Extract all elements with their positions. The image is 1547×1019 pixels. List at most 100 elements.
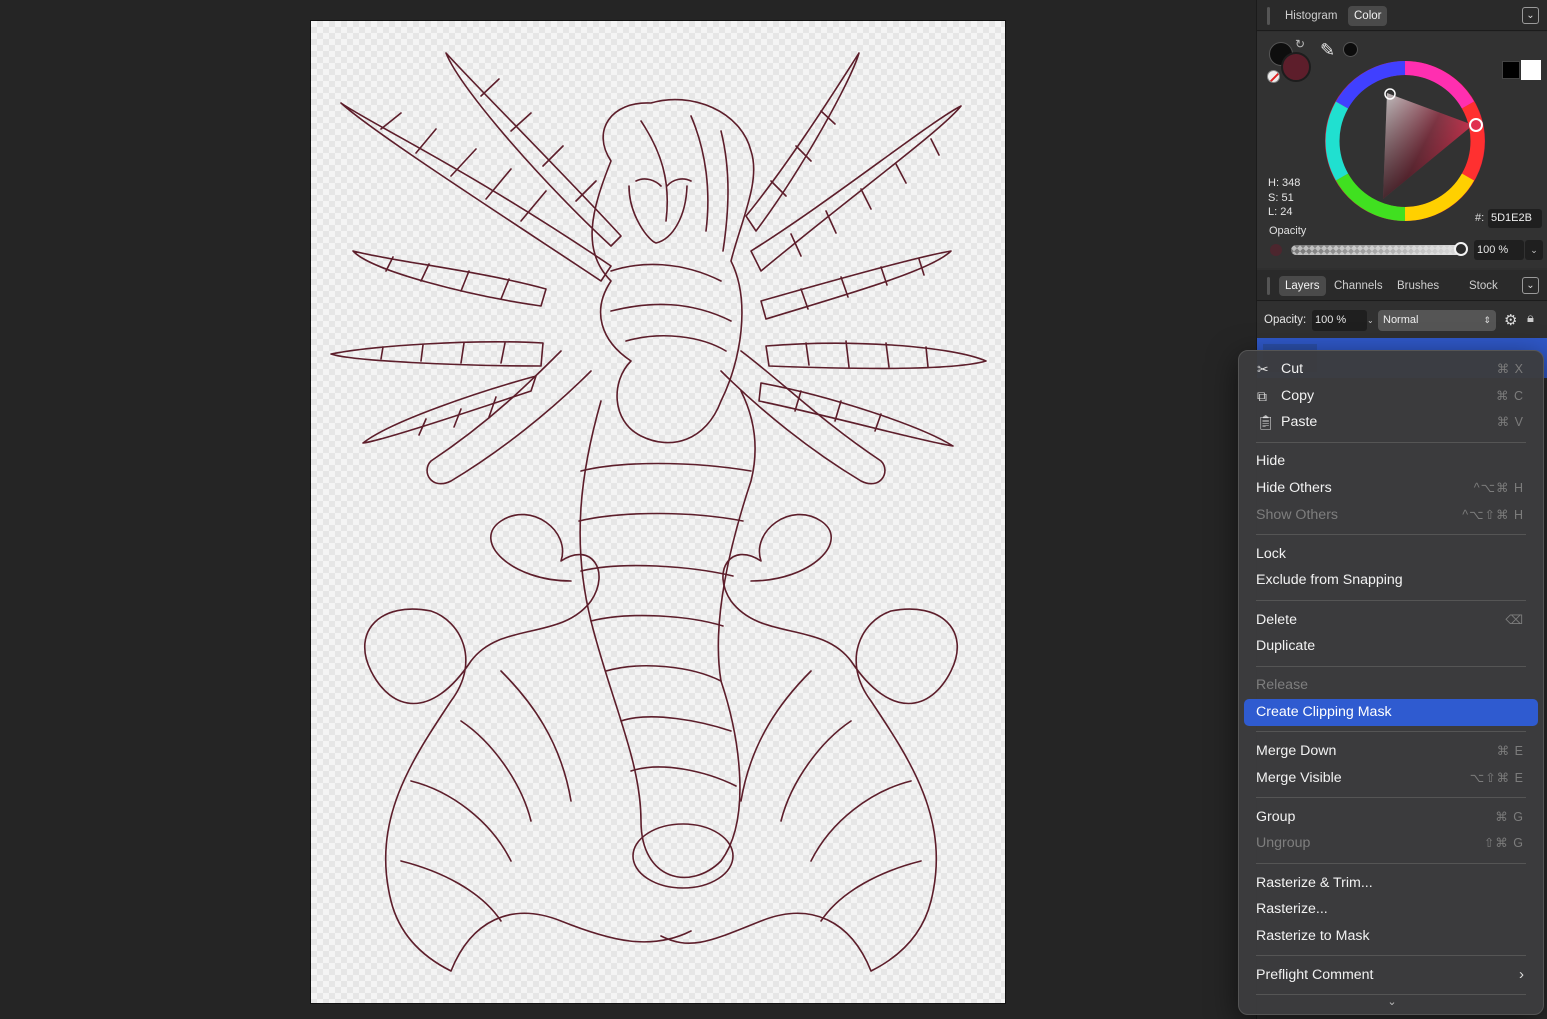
black-swatch[interactable] [1502, 61, 1520, 79]
menu-item-label: Ungroup [1256, 835, 1311, 852]
menu-item-preflight-comment[interactable]: Preflight Comment › [1244, 962, 1538, 989]
menu-item-paste[interactable]: 📋︎ Paste ⌘ V [1244, 409, 1538, 436]
menu-item-label: Rasterize & Trim... [1256, 874, 1373, 891]
layer-opacity-field[interactable]: 100 % [1312, 310, 1367, 331]
menu-item-label: Lock [1256, 545, 1286, 562]
layers-panel-tabbar: Layers Channels Brushes Stock ⌄ [1257, 270, 1547, 301]
affinity-app-window: Histogram Color ⌄ ↻ ✎ H: 348 S: 51 L: 24… [0, 0, 1547, 1019]
black-white-swatch[interactable] [1502, 60, 1542, 80]
menu-item-delete[interactable]: Delete ⌫ [1244, 607, 1538, 634]
eyedropper-icon[interactable]: ✎ [1320, 40, 1335, 61]
menu-item-release: Release [1244, 672, 1538, 699]
menu-item-copy[interactable]: ⧉ Copy ⌘ C [1244, 383, 1538, 410]
tab-layers[interactable]: Layers [1279, 276, 1326, 296]
menu-item-label: Create Clipping Mask [1256, 703, 1392, 720]
menu-item-label: Group [1256, 808, 1296, 825]
hex-input[interactable]: 5D1E2B [1488, 209, 1542, 228]
menu-separator [1256, 862, 1526, 864]
menu-item-label: Cut [1281, 361, 1304, 377]
opacity-label: Opacity [1269, 225, 1307, 237]
menu-item-label: Paste [1281, 414, 1318, 431]
hue-value: H: 348 [1268, 177, 1301, 189]
menu-separator [1256, 533, 1526, 535]
menu-item-shortcut: ⌥⇧⌘ E [1469, 770, 1524, 785]
opacity-slider[interactable] [1291, 245, 1461, 255]
menu-separator [1256, 665, 1526, 667]
menu-item-rasterize-to-mask[interactable]: Rasterize to Mask [1244, 923, 1538, 950]
menu-item-hide-others[interactable]: Hide Others ^⌥⌘ H [1244, 475, 1538, 502]
menu-item-lock[interactable]: Lock [1244, 541, 1538, 568]
lightness-value: L: 24 [1268, 206, 1293, 218]
tab-brushes[interactable]: Brushes [1391, 276, 1445, 296]
blend-mode-value: Normal [1383, 314, 1419, 326]
opacity-value-field[interactable]: 100 % [1474, 240, 1524, 260]
paste-icon: 📋︎ [1257, 414, 1275, 431]
menu-item-cut[interactable]: ✂ Cut ⌘ X [1244, 356, 1538, 383]
menu-item-shortcut: ⌫ [1505, 612, 1524, 627]
menu-item-rasterize-trim[interactable]: Rasterize & Trim... [1244, 870, 1538, 897]
menu-item-shortcut: ⌘ C [1496, 388, 1524, 403]
layer-opacity-dropdown-icon[interactable]: ⌄ [1367, 310, 1377, 331]
menu-item-shortcut: ^⌥⌘ H [1473, 480, 1524, 495]
panel-menu-chevron-icon[interactable]: ⌄ [1522, 277, 1539, 294]
menu-separator [1256, 441, 1526, 443]
layer-context-menu: ✂ Cut ⌘ X ⧉ Copy ⌘ C 📋︎ Paste ⌘ V Hide Hide Others… [1238, 350, 1544, 1015]
menu-item-shortcut: ⌘ G [1495, 809, 1524, 824]
panel-grip[interactable] [1267, 277, 1270, 295]
layer-opacity-label: Opacity: [1264, 314, 1307, 326]
tab-channels[interactable]: Channels [1328, 276, 1389, 296]
menu-item-duplicate[interactable]: Duplicate [1244, 633, 1538, 660]
chevron-right-icon: › [1519, 966, 1524, 984]
menu-item-hide[interactable]: Hide [1244, 448, 1538, 475]
scissors-icon: ✂ [1257, 361, 1269, 377]
lock-icon[interactable]: 🔒︎ [1527, 310, 1534, 326]
white-swatch[interactable] [1521, 60, 1541, 80]
opacity-color-dot [1270, 244, 1282, 256]
color-panel: ↻ ✎ H: 348 S: 51 L: 24 #: 5D1E2B Opacity… [1257, 32, 1547, 268]
menu-item-merge-visible[interactable]: Merge Visible ⌥⇧⌘ E [1244, 765, 1538, 792]
layers-toolbar: Opacity: 100 % ⌄ Normal ⇕ ⚙ 🔒︎ [1257, 302, 1547, 338]
menu-item-label: Preflight Comment [1256, 967, 1374, 984]
menu-item-merge-down[interactable]: Merge Down ⌘ E [1244, 738, 1538, 765]
menu-item-exclude-from-snapping[interactable]: Exclude from Snapping [1244, 567, 1538, 594]
menu-item-label: Hide [1256, 453, 1286, 470]
menu-item-label: Rasterize to Mask [1256, 927, 1370, 944]
menu-item-label: Exclude from Snapping [1256, 572, 1403, 589]
color-wheel[interactable] [1324, 60, 1486, 222]
primary-color-swatch[interactable] [1281, 52, 1311, 82]
document-canvas[interactable] [311, 21, 1005, 1003]
menu-item-label: Show Others [1256, 506, 1339, 523]
tab-histogram[interactable]: Histogram [1279, 6, 1343, 26]
menu-item-label: Delete [1256, 611, 1298, 628]
menu-item-shortcut: ⇧⌘ G [1483, 836, 1524, 851]
picked-color-swatch[interactable] [1343, 42, 1358, 57]
opacity-slider-handle[interactable] [1454, 242, 1468, 256]
menu-item-label: Copy [1281, 387, 1315, 404]
menu-separator [1256, 955, 1526, 957]
panel-menu-chevron-icon[interactable]: ⌄ [1522, 7, 1539, 24]
no-color-icon[interactable] [1267, 70, 1280, 83]
menu-item-rasterize[interactable]: Rasterize... [1244, 896, 1538, 923]
gear-icon[interactable]: ⚙ [1504, 311, 1517, 329]
saturation-value: S: 51 [1268, 191, 1294, 204]
menu-item-shortcut: ^⌥⇧⌘ H [1462, 507, 1524, 522]
tab-color[interactable]: Color [1348, 6, 1388, 26]
color-panel-tabbar: Histogram Color ⌄ [1257, 0, 1547, 31]
line-art-illustration [330, 52, 987, 972]
blend-mode-select[interactable]: Normal ⇕ [1378, 310, 1496, 331]
hex-label: #: [1475, 212, 1485, 224]
menu-item-group[interactable]: Group ⌘ G [1244, 804, 1538, 831]
swap-colors-icon[interactable]: ↻ [1295, 37, 1305, 51]
menu-item-shortcut: ⌘ X [1496, 362, 1524, 376]
menu-item-show-others: Show Others ^⌥⇧⌘ H [1244, 502, 1538, 529]
menu-item-create-clipping-mask[interactable]: Create Clipping Mask [1244, 698, 1538, 726]
panel-grip[interactable] [1267, 7, 1270, 25]
menu-item-ungroup: Ungroup ⇧⌘ G [1244, 830, 1538, 857]
menu-item-shortcut: ⌘ E [1496, 744, 1524, 759]
tab-stock[interactable]: Stock [1463, 276, 1504, 296]
menu-scroll-down-icon[interactable]: ⌄ [1239, 995, 1545, 1008]
updown-arrows-icon: ⇕ [1483, 315, 1491, 325]
opacity-dropdown-icon[interactable]: ⌄ [1525, 240, 1543, 260]
menu-item-label: Merge Down [1256, 743, 1337, 760]
menu-item-label: Duplicate [1256, 638, 1316, 655]
